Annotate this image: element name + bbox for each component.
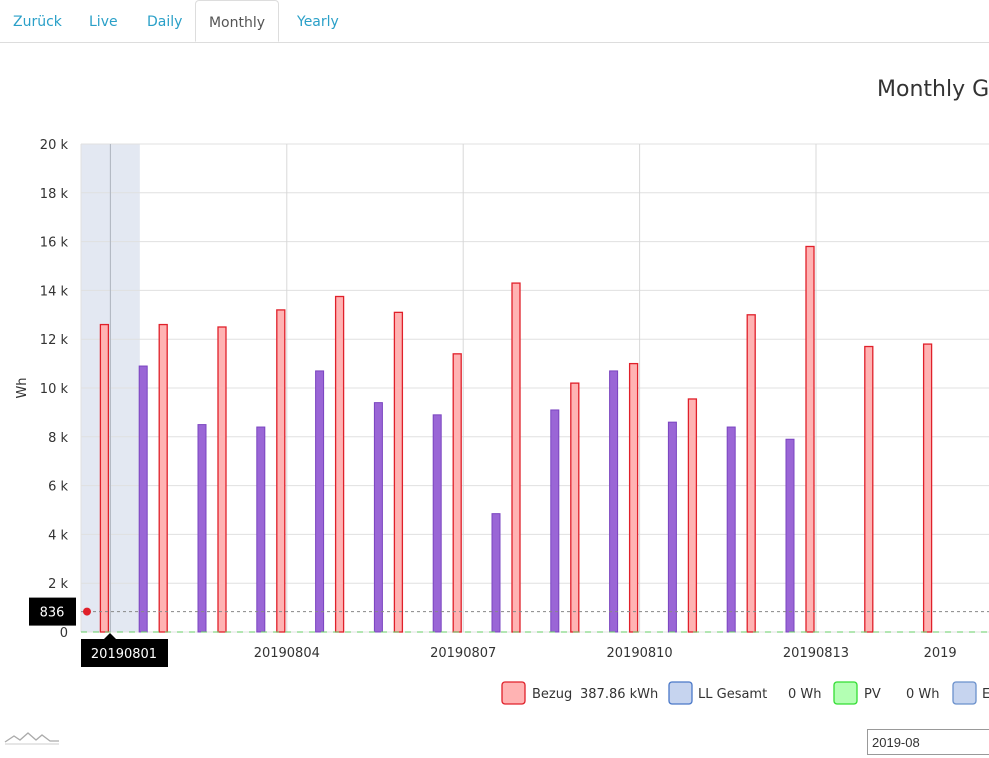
- legend: Bezug 387.86 kWh LL Gesamt 0 Wh PV 0 Wh E: [501, 681, 989, 705]
- bar-bezug-20190804: [276, 309, 286, 633]
- bar-bezug-20190803: [217, 326, 227, 633]
- legend-label-2[interactable]: LL Gesamt: [698, 687, 767, 702]
- bar-purple-20190803: [197, 424, 207, 633]
- y-tick-label: 14 k: [40, 284, 69, 299]
- legend-label-4[interactable]: E: [982, 687, 989, 702]
- y-tick-label: 0: [60, 626, 68, 641]
- bar-purple-20190812: [726, 426, 736, 633]
- legend-swatch-1[interactable]: [501, 681, 526, 705]
- y-tick-label: 10 k: [40, 382, 69, 397]
- bar-bezug-20190802: [158, 323, 168, 633]
- legend-total-2: 0 Wh: [788, 687, 822, 702]
- monthly-chart: Monthly G Wh 0 2 k 4 k 6 k 8 k 10 k 12 k 14 k 16…: [15, 77, 989, 705]
- x-tick-label: 20190810: [607, 646, 673, 661]
- y-tick-label: 4 k: [48, 528, 68, 543]
- bar-bezug-20190813: [805, 245, 815, 633]
- plot-area: 0 2 k 4 k 6 k 8 k 10 k 12 k 14 k 16 k 18 k 20 k 201…: [29, 138, 989, 667]
- legend-total-1: 387.86 kWh: [580, 687, 658, 702]
- legend-label-1[interactable]: Bezug: [532, 687, 572, 702]
- legend-total-3: 0 Wh: [906, 687, 940, 702]
- bar-bezug-20190807: [452, 353, 462, 633]
- bar-purple-20190806: [373, 402, 383, 633]
- bar-purple-20190802: [138, 365, 148, 633]
- bar-purple-20190808: [491, 513, 501, 633]
- bar-bezug-20190806: [393, 311, 404, 633]
- bar-bezug-20190801: [99, 323, 110, 633]
- bar-purple-20190804: [256, 426, 266, 633]
- x-tick-label: 2019: [924, 646, 957, 661]
- y-tick-label: 12 k: [40, 333, 69, 348]
- x-tick-label: 20190813: [783, 646, 849, 661]
- bar-purple-20190805: [315, 370, 325, 633]
- crosshair-category-label: 20190801: [91, 647, 157, 662]
- bar-bezug-20190811: [687, 398, 698, 633]
- legend-swatch-2[interactable]: [668, 681, 693, 705]
- chart-title: Monthly G: [877, 77, 989, 102]
- y-tick-label: 8 k: [48, 431, 68, 446]
- bar-bezug-20190808: [511, 282, 521, 633]
- bar-bezug-20190810: [628, 362, 639, 633]
- crosshair-value-label: 836: [40, 606, 65, 621]
- bar-bezug-20190812: [746, 314, 756, 633]
- y-tick-label: 18 k: [40, 187, 69, 202]
- y-tick-label: 6 k: [48, 480, 68, 495]
- bar-bezug-20190814: [864, 345, 874, 633]
- bar-purple-20190811: [667, 421, 677, 633]
- bar-purple-20190809: [550, 409, 560, 633]
- bar-purple-20190813: [785, 438, 795, 633]
- y-axis-label: Wh: [15, 377, 30, 398]
- legend-swatch-4[interactable]: [952, 681, 977, 705]
- y-tick-label: 20 k: [40, 138, 69, 153]
- bar-bezug-20190805: [334, 295, 345, 633]
- bar-purple-20190810: [609, 370, 619, 633]
- x-tick-label: 20190804: [254, 646, 320, 661]
- bar-bezug-20190815: [922, 343, 933, 633]
- month-input[interactable]: [867, 729, 989, 755]
- crosshair-category-pointer: [104, 633, 116, 639]
- bar-bezug-20190809: [570, 382, 580, 633]
- crosshair-point: [83, 607, 91, 616]
- legend-swatch-3[interactable]: [833, 681, 858, 705]
- legend-label-3[interactable]: PV: [864, 687, 881, 702]
- bar-purple-20190807: [432, 414, 442, 633]
- y-tick-label: 16 k: [40, 236, 69, 251]
- logo-icon: [4, 728, 60, 750]
- y-tick-label: 2 k: [48, 577, 68, 592]
- x-tick-label: 20190807: [430, 646, 496, 661]
